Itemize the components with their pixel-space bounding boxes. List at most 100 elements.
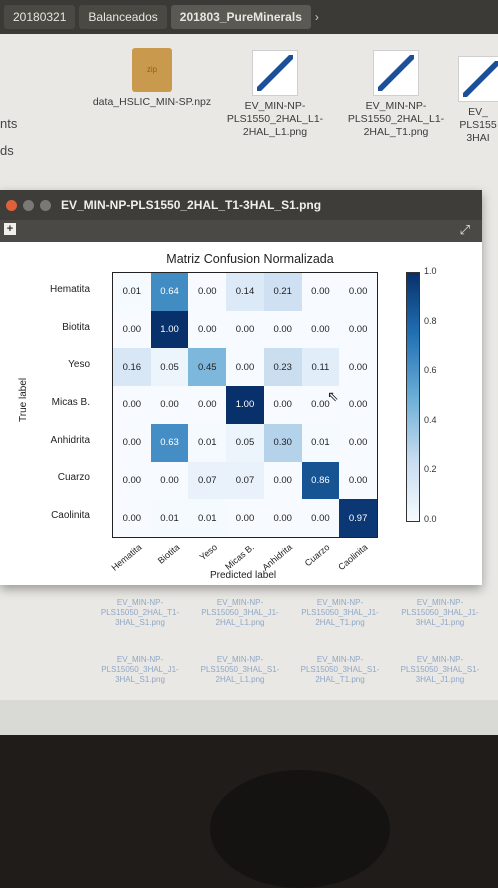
heatmap-cell: 0.00	[301, 273, 340, 311]
heatmap-cell: 0.00	[263, 499, 302, 537]
chevron-right-icon[interactable]: ›	[315, 10, 319, 24]
heatmap-cell: 0.14	[226, 273, 264, 311]
file-item[interactable]: zip data_HSLIC_MIN-SP.npz	[92, 48, 212, 109]
y-tick-label: Biotita	[62, 321, 90, 333]
file-name: EV_MIN-NP-PLS1550_2HAL_L1-2HAL_L1.png	[226, 100, 324, 138]
heatmap-cell: 0.21	[263, 273, 302, 311]
heatmap-cell: 0.16	[113, 348, 151, 387]
heatmap-cell: 0.00	[113, 499, 151, 537]
heatmap-cell: 0.00	[226, 348, 264, 387]
x-tick-label: Yeso	[197, 542, 219, 563]
breadcrumb-item-pureminerals[interactable]: 201803_PureMinerals	[170, 5, 311, 29]
heatmap-cell: 1.00	[150, 310, 189, 349]
viewer-toolbar: + ⤢	[0, 220, 482, 242]
heatmap-cell: 0.00	[301, 499, 340, 537]
breadcrumb-item-20180321[interactable]: 20180321	[4, 5, 76, 29]
y-tick-label: Yeso	[68, 359, 90, 371]
file-item[interactable]: EV_MIN-NP-PLS15050_3HAL_J1-3HAL_S1.png	[100, 655, 180, 685]
heatmap-cell: 0.45	[188, 348, 227, 387]
sidebar-item-label[interactable]: ds	[0, 143, 14, 158]
image-viewer-window: EV_MIN-NP-PLS1550_2HAL_T1-3HAL_S1.png + …	[0, 190, 482, 585]
y-tick-label: Cuarzo	[57, 472, 90, 484]
colorbar-tick-label: 1.0	[424, 266, 437, 276]
heatmap-cell: 0.00	[113, 310, 151, 349]
heatmap-cell: 0.01	[301, 423, 340, 462]
maximize-icon[interactable]	[40, 199, 51, 211]
colorbar-tick-label: 0.2	[424, 464, 437, 475]
file-item[interactable]: EV_MIN-NP-PLS15050_2HAL_T1-3HAL_S1.png	[100, 598, 180, 628]
colorbar-tick-label: 0.4	[424, 414, 437, 425]
heatmap-cell: 0.97	[339, 499, 377, 537]
expand-icon[interactable]: ⤢	[460, 222, 470, 238]
breadcrumb-item-balanceados[interactable]: Balanceados	[79, 5, 167, 29]
image-thumbnail	[252, 50, 298, 96]
file-item[interactable]: EV_MIN-NP-PLS15050_3HAL_J1-3HAL_J1.png	[400, 598, 480, 628]
heatmap-cell: 0.00	[188, 310, 227, 349]
mouse-cursor-icon: ⇖	[327, 388, 339, 404]
heatmap-cell: 0.63	[150, 423, 189, 462]
heatmap-cell: 0.00	[339, 273, 377, 311]
heatmap-cell: 0.00	[339, 386, 377, 424]
heatmap-cell: 0.00	[263, 461, 302, 500]
window-titlebar[interactable]: EV_MIN-NP-PLS1550_2HAL_T1-3HAL_S1.png	[0, 190, 482, 220]
heatmap-cell: 0.00	[188, 273, 227, 311]
minimize-icon[interactable]	[23, 199, 34, 211]
x-tick-label: Anhidrita	[260, 542, 295, 573]
menu-icon[interactable]: +	[4, 223, 16, 235]
heatmap-cell: 0.07	[226, 461, 264, 500]
heatmap-cell: 0.86	[301, 461, 340, 500]
y-tick-label: Anhidrita	[50, 434, 90, 446]
heatmap-cell: 0.01	[188, 423, 227, 462]
x-axis-label: Predicted label	[210, 570, 277, 581]
heatmap-cell: 0.00	[113, 423, 151, 462]
heatmap-cell: 0.01	[113, 273, 151, 311]
y-axis-label: True label	[18, 377, 29, 422]
file-item[interactable]: EV_MIN-NP-PLS1550_2HAL_L1-2HAL_T1.png	[340, 50, 452, 139]
heatmap-cell: 1.00	[226, 386, 264, 424]
y-tick-label: Micas B.	[51, 397, 90, 408]
heatmap-cell: 0.00	[339, 310, 377, 349]
heatmap-cell: 0.11	[301, 348, 340, 387]
file-item[interactable]: EV_MIN-NP-PLS15050_3HAL_S1-3HAL_J1.png	[400, 655, 480, 685]
heatmap-cell: 0.64	[150, 273, 189, 311]
breadcrumb: 20180321 Balanceados 201803_PureMinerals…	[0, 0, 498, 34]
image-thumbnail	[373, 50, 419, 96]
heatmap-cell: 0.00	[226, 310, 264, 349]
heatmap-cell: 0.00	[339, 348, 377, 387]
status-strip	[0, 700, 498, 735]
heatmap-cell: 0.00	[113, 461, 151, 500]
chart-title: Matriz Confusion Normalizada	[166, 252, 334, 266]
heatmap-cell: 0.00	[301, 310, 340, 349]
file-item[interactable]: EV_MIN-NP-PLS15050_3HAL_J1-2HAL_L1.png	[200, 598, 280, 628]
colorbar-tick-label: 0.8	[424, 315, 437, 326]
heatmap-cell: 0.00	[339, 461, 377, 500]
file-item[interactable]: EV_MIN-NP-PLS1550_2HAL_L1-2HAL_L1.png	[220, 50, 330, 139]
file-item[interactable]: EV_MIN-NP-PLS15050_3HAL_J1-2HAL_T1.png	[300, 598, 380, 628]
heatmap-cell: 0.05	[226, 423, 264, 462]
colorbar-tick-label: 0.0	[424, 514, 437, 524]
zip-badge: zip	[146, 65, 158, 74]
heatmap-cell: 0.00	[188, 386, 227, 424]
heatmap-cell: 0.00	[339, 423, 377, 462]
colorbar	[406, 272, 420, 522]
heatmap-cell: 0.01	[150, 499, 189, 537]
x-tick-label: Biotita	[155, 542, 182, 566]
heatmap-cell: 0.23	[263, 348, 302, 387]
heatmap-cell: 0.05	[150, 348, 189, 387]
file-name: data_HSLIC_MIN-SP.npz	[92, 96, 212, 108]
x-tick-label: Hematita	[109, 542, 144, 573]
heatmap-cell: 0.00	[263, 386, 302, 424]
zip-file-icon: zip	[132, 48, 172, 92]
x-tick-label: Micas B.	[223, 542, 257, 572]
sidebar-item-label[interactable]: nts	[0, 116, 17, 131]
file-item[interactable]: EV_MIN-NP-PLS15050_3HAL_S1-2HAL_T1.png	[300, 655, 380, 685]
monitor-screen: 20180321 Balanceados 201803_PureMinerals…	[0, 0, 498, 735]
x-tick-label: Caolinita	[336, 542, 370, 573]
image-thumbnail	[458, 56, 498, 102]
close-icon[interactable]	[6, 199, 17, 211]
file-item[interactable]: EV_ PLS155 3HAI	[458, 56, 498, 145]
y-tick-label: Hematita	[49, 283, 90, 295]
heatmap-grid: 0.01 0.64 0.00 0.14 0.21 0.00 0.00 0.00 1.00 0.00…	[112, 272, 378, 538]
window-title: EV_MIN-NP-PLS1550_2HAL_T1-3HAL_S1.png	[61, 198, 322, 212]
file-item[interactable]: EV_MIN-NP-PLS15050_3HAL_S1-2HAL_L1.png	[200, 655, 280, 685]
